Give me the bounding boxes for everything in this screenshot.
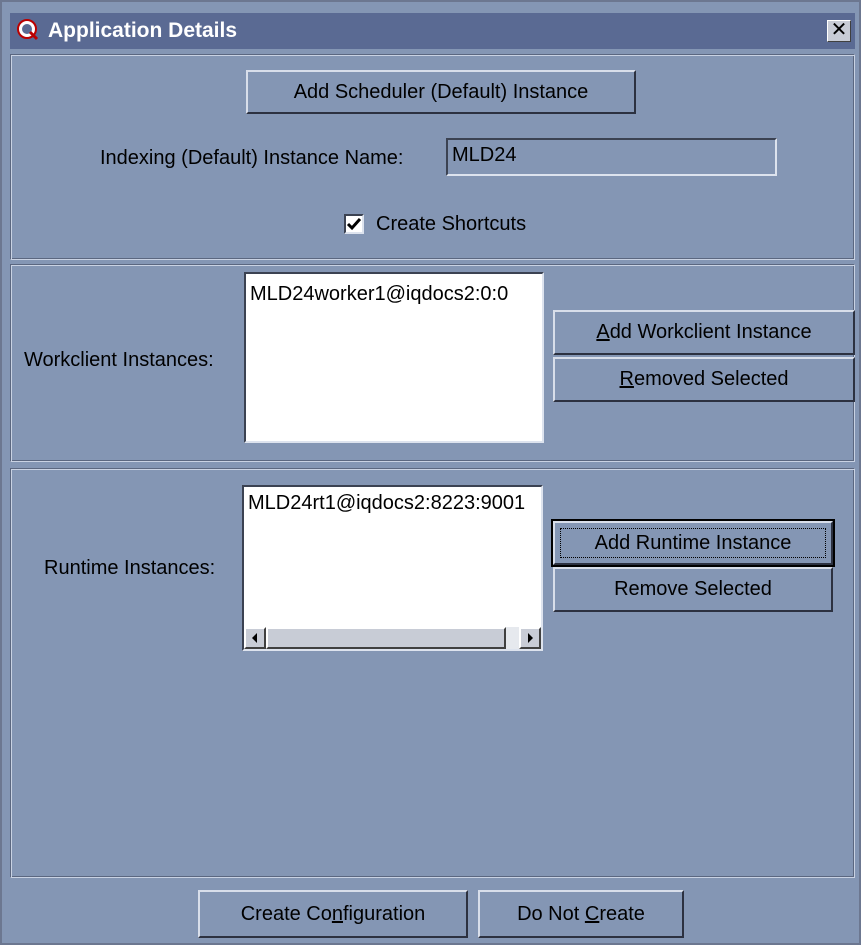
indexing-instance-value: MLD24 [452,144,517,166]
window-title: Application Details [48,19,238,42]
add-scheduler-button[interactable]: Add Scheduler (Default) Instance [246,70,636,114]
close-button[interactable]: ✕ [827,20,851,42]
create-shortcuts-checkbox[interactable] [344,214,364,234]
add-workclient-instance-button[interactable]: Add Workclient Instance [553,310,855,355]
indexing-instance-label: Indexing (Default) Instance Name: [100,147,404,169]
runtime-instances-list[interactable]: MLD24rt1@iqdocs2:8223:9001 [242,485,543,651]
add-workclient-label: Add Workclient Instance [596,321,812,343]
focus-rect [560,528,826,558]
workclient-instances-label: Workclient Instances: [24,349,214,371]
removed-selected-label: Removed Selected [619,368,789,390]
scrollbar-thumb[interactable] [266,627,506,649]
create-configuration-label: Create Configuration [240,902,426,925]
create-shortcuts-label[interactable]: Create Shortcuts [376,212,526,236]
scroll-left-icon [252,633,257,643]
application-details-window: Application Details ✕ Add Scheduler (Def… [0,0,861,945]
checkmark-icon [346,218,362,231]
close-icon: ✕ [830,19,848,41]
indexing-instance-name-field[interactable]: MLD24 [446,138,777,176]
add-scheduler-label: Add Scheduler (Default) Instance [293,80,589,103]
runtime-instances-label: Runtime Instances: [44,557,216,579]
add-runtime-instance-button[interactable]: Add Runtime Instance [551,519,835,567]
removed-selected-button[interactable]: Removed Selected [553,357,855,402]
create-configuration-button[interactable]: Create Configuration [198,890,468,938]
do-not-create-label: Do Not Create [517,902,645,925]
list-item[interactable]: MLD24rt1@iqdocs2:8223:9001 [248,491,525,515]
app-q-icon [17,19,39,41]
horizontal-scrollbar[interactable] [244,627,541,649]
remove-selected-button[interactable]: Remove Selected [553,567,833,612]
scroll-right-icon [528,633,533,643]
do-not-create-button[interactable]: Do Not Create [478,890,684,938]
scroll-right-button[interactable] [519,627,541,649]
scroll-left-button[interactable] [244,627,266,649]
title-bar[interactable]: Application Details ✕ [10,13,855,49]
list-item[interactable]: MLD24worker1@iqdocs2:0:0 [250,282,508,306]
workclient-instances-list[interactable]: MLD24worker1@iqdocs2:0:0 [244,272,544,443]
remove-selected-label: Remove Selected [614,578,772,600]
